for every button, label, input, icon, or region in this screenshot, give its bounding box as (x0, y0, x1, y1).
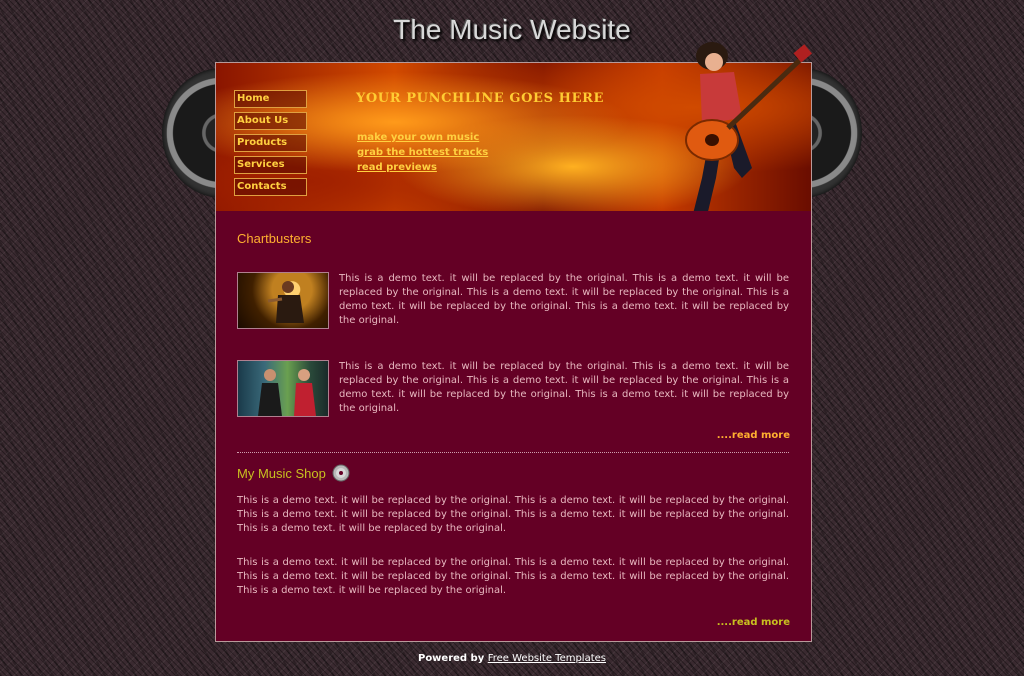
nav-item-home[interactable]: Home (234, 90, 307, 108)
section-divider (237, 452, 789, 453)
promo-links: make your own music grab the hottest tra… (357, 130, 488, 175)
duo-image (258, 369, 316, 416)
main-content: Chartbusters This is a demo text. it wil… (215, 211, 812, 642)
footer-templates-link[interactable]: Free Website Templates (488, 653, 606, 664)
shop-paragraph-1: This is a demo text. it will be replaced… (237, 495, 789, 534)
nav-item-products[interactable]: Products (234, 134, 307, 152)
shop-title-text: My Music Shop (237, 466, 326, 481)
main-nav: Home About Us Products Services Contacts (234, 90, 307, 200)
nav-item-services[interactable]: Services (234, 156, 307, 174)
chartbuster-thumb-2[interactable] (237, 360, 329, 417)
promo-link-make-music[interactable]: make your own music (357, 130, 488, 145)
nav-item-about-us[interactable]: About Us (234, 112, 307, 130)
promo-link-read-previews[interactable]: read previews (357, 160, 488, 175)
singer-image (267, 281, 304, 323)
site-title: The Music Website (393, 14, 631, 45)
chartbusters-read-more-link[interactable]: ....read more (717, 430, 790, 441)
promo-link-hottest-tracks[interactable]: grab the hottest tracks (357, 145, 488, 160)
chartbuster-text-2: This is a demo text. it will be replaced… (339, 361, 789, 414)
punchline: YOUR PUNCHLINE GOES HERE (356, 91, 604, 106)
section-title-chartbusters: Chartbusters (237, 231, 312, 246)
footer-powered-by: Powered by (417, 653, 485, 664)
chartbuster-text-1: This is a demo text. it will be replaced… (339, 273, 789, 326)
section-title-shop: My Music Shop (237, 464, 350, 482)
guitarist-image (684, 42, 812, 228)
shop-read-more-link[interactable]: ....read more (717, 617, 790, 628)
shop-paragraph-2: This is a demo text. it will be replaced… (237, 557, 789, 596)
nav-item-contacts[interactable]: Contacts (234, 178, 307, 196)
cd-disc-icon (332, 464, 349, 482)
chartbuster-thumb-1[interactable] (237, 272, 329, 329)
footer: Powered by Free Website Templates (0, 653, 1024, 664)
